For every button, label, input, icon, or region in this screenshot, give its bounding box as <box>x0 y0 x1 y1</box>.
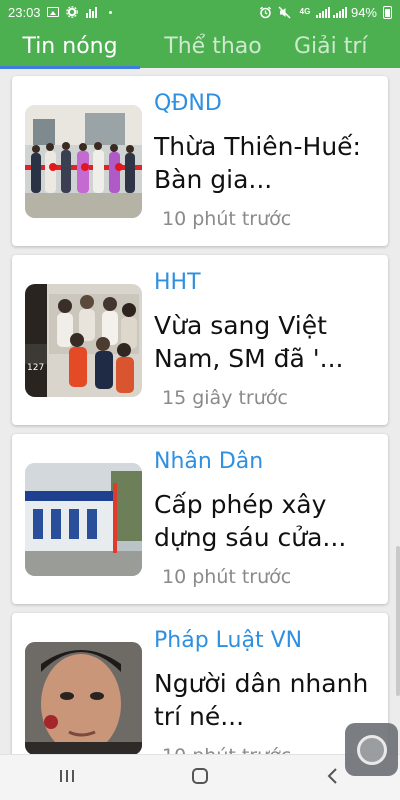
recents-icon <box>58 768 76 788</box>
news-feed[interactable]: QĐND Thừa Thiên-Huế: Bàn gia... 10 phút … <box>0 68 400 754</box>
wifi-icon: 4G <box>297 6 313 19</box>
settings-gear-icon <box>66 6 79 19</box>
assistive-touch-button[interactable] <box>345 723 398 776</box>
edge-panel-handle[interactable] <box>396 546 400 696</box>
article-thumbnail <box>25 642 142 754</box>
home-icon <box>191 767 209 789</box>
article-source: Pháp Luật VN <box>154 628 303 653</box>
tab-label: Thể thao <box>164 33 262 59</box>
article-title: Vừa sang Việt Nam, SM đã '... <box>154 311 344 373</box>
dot-icon <box>104 6 117 19</box>
article-source: Nhân Dân <box>154 449 264 474</box>
article-time: 10 phút trước <box>162 208 292 230</box>
home-button[interactable] <box>170 758 230 798</box>
mute-icon <box>278 5 291 19</box>
article-title: Cấp phép xây dựng sáu cửa... <box>154 490 347 552</box>
news-card[interactable]: QĐND Thừa Thiên-Huế: Bàn gia... 10 phút … <box>12 76 388 246</box>
category-tabs: Tin nóng Thể thao Giải trí <box>0 24 400 68</box>
tab-tin-nong[interactable]: Tin nóng <box>0 24 140 68</box>
article-thumbnail <box>25 105 142 218</box>
article-time: 10 phút trước <box>162 745 291 754</box>
circle-icon <box>356 734 387 765</box>
system-navigation-bar <box>0 754 400 800</box>
gallery-icon <box>47 6 60 19</box>
news-card[interactable]: 127 HHT Vừa sang Việt Nam, SM đã '... 15… <box>12 255 388 425</box>
article-source: QĐND <box>154 91 222 116</box>
article-time: 10 phút trước <box>162 566 292 588</box>
tab-giai-tri[interactable]: Giải trí <box>286 24 400 68</box>
battery-icon <box>383 5 392 19</box>
article-title: Thừa Thiên-Huế: Bàn gia... <box>154 132 361 194</box>
status-bar: 23:03 4G 94% <box>0 0 400 24</box>
tab-the-thao[interactable]: Thể thao <box>140 24 286 68</box>
signal-icon <box>316 6 348 19</box>
recents-button[interactable] <box>37 758 97 798</box>
svg-text:127: 127 <box>27 363 44 373</box>
status-bar-right: 4G 94% <box>259 5 392 20</box>
network-type-label: 4G <box>299 7 311 16</box>
article-title: Người dân nhanh trí né... <box>154 669 369 731</box>
article-source: HHT <box>154 270 201 295</box>
signal-bars-icon <box>85 6 98 19</box>
status-time: 23:03 <box>8 4 41 20</box>
tab-label: Giải trí <box>294 33 368 59</box>
news-card[interactable]: Pháp Luật VN Người dân nhanh trí né... 1… <box>12 613 388 754</box>
article-thumbnail: 127 <box>25 284 142 397</box>
tab-label: Tin nóng <box>22 33 118 59</box>
back-icon <box>326 767 340 789</box>
status-bar-left: 23:03 <box>8 5 117 20</box>
battery-percent: 94% <box>350 4 377 20</box>
alarm-icon <box>259 6 272 19</box>
article-time: 15 giây trước <box>162 387 288 409</box>
news-card[interactable]: Nhân Dân Cấp phép xây dựng sáu cửa... 10… <box>12 434 388 604</box>
article-thumbnail <box>25 463 142 576</box>
